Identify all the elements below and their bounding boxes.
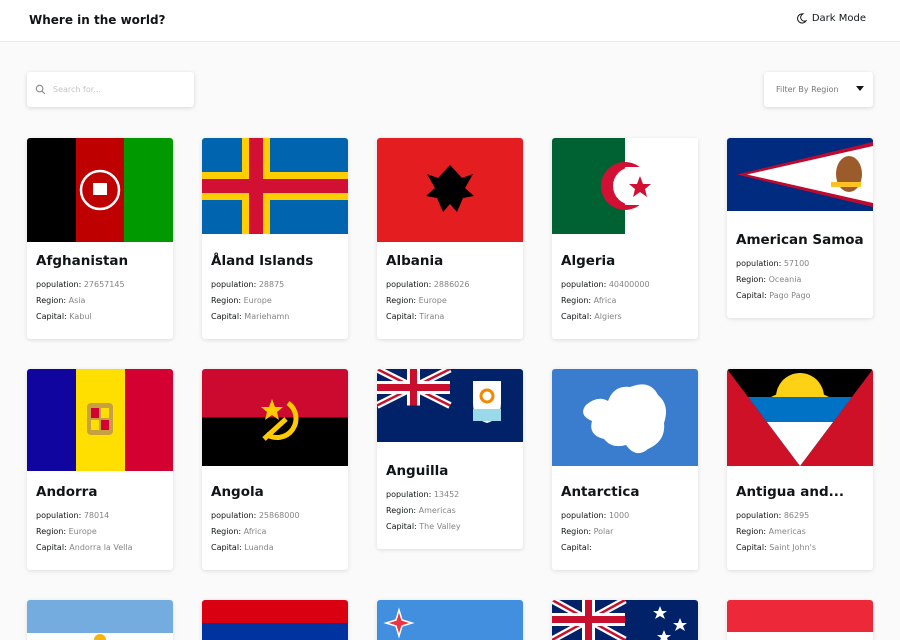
capital-line: Capital: Pago Pago xyxy=(736,291,811,300)
country-name: Anguilla xyxy=(386,463,449,479)
flag-australia xyxy=(552,600,698,640)
country-name: Angola xyxy=(211,484,264,500)
country-name: Antarctica xyxy=(561,484,640,500)
country-card-australia[interactable] xyxy=(552,600,698,640)
region-line: Region: Europe xyxy=(36,527,97,536)
population-line: population: 28875 xyxy=(211,280,285,289)
moon-icon xyxy=(796,13,807,24)
dark-mode-toggle[interactable]: Dark Mode xyxy=(796,13,866,24)
population-line: population: 78014 xyxy=(36,511,110,520)
capital-line: Capital: Tirana xyxy=(386,312,445,321)
country-card-row3-2[interactable] xyxy=(202,600,348,640)
population-line: population: 40400000 xyxy=(561,280,650,289)
region-line: Region: Americas xyxy=(386,506,456,515)
country-name: Albania xyxy=(386,253,444,269)
chevron-down-icon xyxy=(856,86,864,91)
country-card-andorra[interactable]: Andorra population: 78014 Region: Europe… xyxy=(27,369,173,570)
population-line: population: 25868000 xyxy=(211,511,300,520)
flag-afghanistan xyxy=(27,138,173,242)
population-line: population: 2886026 xyxy=(386,280,470,289)
flag-algeria xyxy=(552,138,698,234)
capital-line: Capital: Andorra la Vella xyxy=(36,543,133,552)
region-line: Region: Asia xyxy=(36,296,86,305)
region-line: Region: Africa xyxy=(211,527,267,536)
flag-aruba xyxy=(377,600,523,640)
country-name: Åland Islands xyxy=(211,253,314,269)
filter-label: Filter By Region xyxy=(776,85,839,94)
app-title: Where in the world? xyxy=(29,13,166,27)
flag-albania xyxy=(377,138,523,242)
capital-line: Capital: xyxy=(561,543,592,552)
population-line: population: 13452 xyxy=(386,490,460,499)
country-card-aland-islands[interactable]: Åland Islands population: 28875 Region: … xyxy=(202,138,348,339)
population-line: population: 57100 xyxy=(736,259,810,268)
flag-anguilla xyxy=(377,369,523,442)
region-filter-dropdown[interactable]: Filter By Region xyxy=(764,72,873,107)
country-card-antarctica[interactable]: Antarctica population: 1000 Region: Pola… xyxy=(552,369,698,570)
capital-line: Capital: Saint John's xyxy=(736,543,817,552)
search-box[interactable] xyxy=(27,72,194,107)
search-input[interactable] xyxy=(53,85,183,94)
region-line: Region: Oceania xyxy=(736,275,802,284)
country-name: Algeria xyxy=(561,253,616,269)
country-name: Antigua and... xyxy=(736,484,844,500)
country-card-argentina[interactable] xyxy=(27,600,173,640)
country-card-algeria[interactable]: Algeria population: 40400000 Region: Afr… xyxy=(552,138,698,339)
region-line: Region: Africa xyxy=(561,296,617,305)
country-name: American Samoa xyxy=(736,232,864,248)
search-icon xyxy=(35,84,46,95)
region-line: Region: Europe xyxy=(386,296,447,305)
capital-line: Capital: The Valley xyxy=(386,522,461,531)
region-line: Region: Polar xyxy=(561,527,614,536)
flag-antarctica xyxy=(552,369,698,466)
country-card-anguilla[interactable]: Anguilla population: 13452 Region: Ameri… xyxy=(377,369,523,549)
population-line: population: 86295 xyxy=(736,511,810,520)
flag-austria xyxy=(727,600,873,640)
country-card-antigua[interactable]: Antigua and... population: 86295 Region:… xyxy=(727,369,873,570)
flag-aland-islands xyxy=(202,138,348,234)
dark-mode-label: Dark Mode xyxy=(811,13,866,24)
country-card-aruba[interactable] xyxy=(377,600,523,640)
population-line: population: 1000 xyxy=(561,511,630,520)
country-card-austria[interactable] xyxy=(727,600,873,640)
capital-line: Capital: Luanda xyxy=(211,543,274,552)
capital-line: Capital: Mariehamn xyxy=(211,312,290,321)
header: Where in the world? Dark Mode xyxy=(0,0,900,42)
flag-angola xyxy=(202,369,348,466)
flag-antigua-and-barbuda xyxy=(727,369,873,466)
region-line: Region: Americas xyxy=(736,527,806,536)
country-name: Afghanistan xyxy=(36,253,129,269)
flag-row3-2 xyxy=(202,600,348,640)
country-card-american-samoa[interactable]: American Samoa population: 57100 Region:… xyxy=(727,138,873,318)
country-card-afghanistan[interactable]: Afghanistan population: 27657145 Region:… xyxy=(27,138,173,339)
flag-american-samoa xyxy=(727,138,873,211)
country-card-angola[interactable]: Angola population: 25868000 Region: Afri… xyxy=(202,369,348,570)
region-line: Region: Europe xyxy=(211,296,272,305)
flag-argentina xyxy=(27,600,173,640)
capital-line: Capital: Kabul xyxy=(36,312,92,321)
capital-line: Capital: Algiers xyxy=(561,312,622,321)
flag-andorra xyxy=(27,369,173,471)
country-name: Andorra xyxy=(36,484,98,500)
country-card-albania[interactable]: Albania population: 2886026 Region: Euro… xyxy=(377,138,523,339)
population-line: population: 27657145 xyxy=(36,280,125,289)
